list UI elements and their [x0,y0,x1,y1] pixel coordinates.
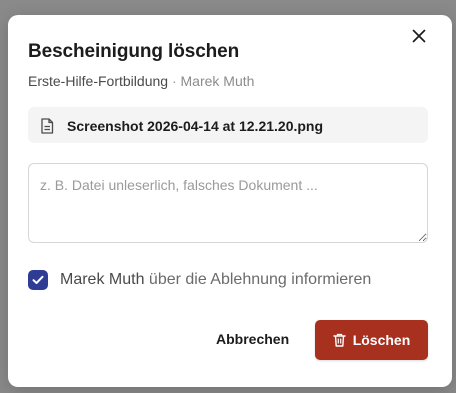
cancel-button[interactable]: Abbrechen [216,331,289,347]
close-button[interactable] [410,27,428,45]
document-icon [41,118,54,134]
checkmark-icon [32,275,44,284]
person-name: Marek Muth [180,73,255,89]
course-name: Erste-Hilfe-Fortbildung [28,73,169,89]
file-name: Screenshot 2026-04-14 at 12.21.20.png [67,118,324,134]
dialog-subtitle: Erste-Hilfe-Fortbildung · Marek Muth [28,73,254,89]
dialog-title: Besch­einigung löschen [28,41,240,62]
delete-button-label: Löschen [352,332,411,348]
trash-icon [333,333,346,347]
subtitle-separator: · [171,73,177,89]
notify-option: Marek Muth über die Ablehnung informiere… [28,270,371,290]
notify-person-name: Marek Muth [60,271,145,288]
notify-label: Marek Muth über die Ablehnung informiere… [60,271,371,289]
notify-checkbox[interactable] [28,270,48,290]
delete-button[interactable]: Löschen [315,320,428,360]
notify-text: über die Ablehnung informieren [148,271,372,288]
attached-file: Screenshot 2026-04-14 at 12.21.20.png [28,107,428,143]
reason-textarea[interactable] [28,163,428,243]
close-icon [412,29,426,43]
